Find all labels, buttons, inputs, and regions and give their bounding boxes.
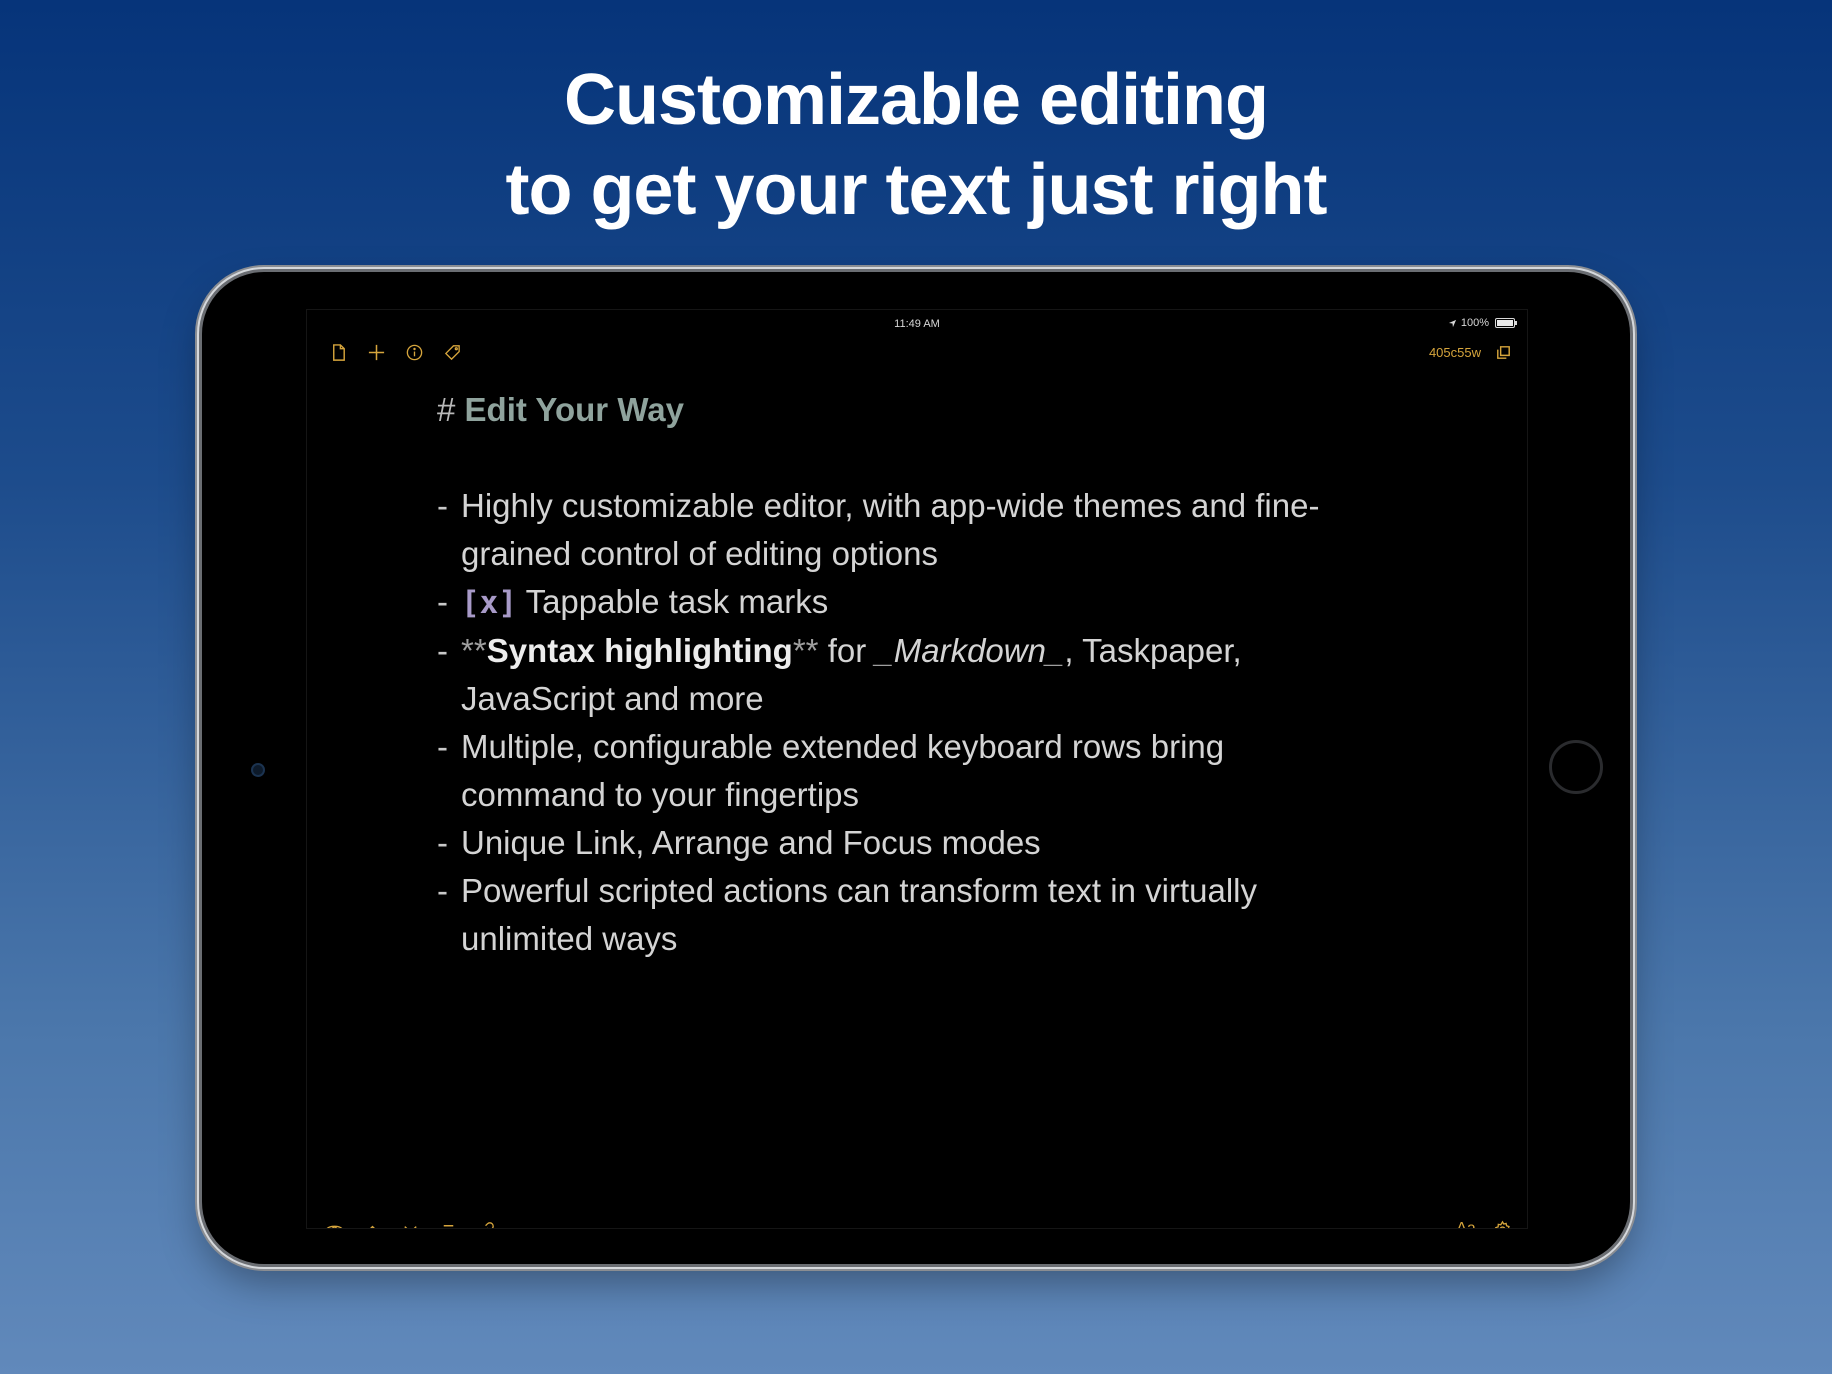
list-item-text: Tappable task marks — [525, 583, 829, 620]
top-toolbar-right: 405c55w — [1429, 338, 1515, 366]
top-toolbar — [319, 338, 471, 366]
font-settings-button[interactable]: Aa — [1451, 1220, 1481, 1228]
list-item-line: Unique Link, Arrange and Focus modes — [461, 824, 1041, 861]
expand-window-icon[interactable] — [1491, 338, 1515, 366]
list-dash: - — [437, 824, 448, 861]
eye-icon[interactable] — [315, 1216, 353, 1228]
status-indicators: 100% — [1448, 317, 1517, 329]
markdown-heading: # Edit Your Way — [437, 386, 1377, 434]
list-dash: - — [437, 583, 448, 620]
plain-text: for — [818, 632, 876, 669]
headline-line-1: Customizable editing — [563, 60, 1269, 140]
ipad-device-frame: 11:49 AM 100% 405c55w # Edit Your Way - … — [202, 272, 1630, 1264]
list-dash: - — [437, 632, 448, 669]
status-time: 11:49 AM — [894, 318, 940, 330]
list-item: - **Syntax highlighting** for _Markdown_… — [437, 627, 1377, 723]
list-item: - Multiple, configurable extended keyboa… — [437, 723, 1377, 819]
list-item-line: **Syntax highlighting** for _Markdown_, … — [461, 627, 1377, 675]
new-draft-plus-icon[interactable] — [357, 338, 395, 366]
arrange-list-icon[interactable] — [429, 1216, 467, 1228]
list-item: - Unique Link, Arrange and Focus modes — [437, 819, 1377, 867]
plain-text: , Taskpaper, — [1064, 632, 1242, 669]
list-item-line: JavaScript and more — [461, 680, 764, 717]
list-item-line: unlimited ways — [461, 920, 678, 957]
task-mark[interactable]: [x] — [461, 585, 517, 621]
heading-text: Edit Your Way — [464, 391, 684, 428]
bold-marker: ** — [461, 632, 487, 669]
italic-marker: _ — [875, 632, 894, 669]
list-item-line: command to your fingertips — [461, 776, 860, 813]
list-item: - [x] Tappable task marks — [437, 578, 1377, 627]
list-dash: - — [437, 487, 448, 524]
word-count-label[interactable]: 405c55w — [1429, 345, 1481, 360]
screen: 11:49 AM 100% 405c55w # Edit Your Way - … — [306, 309, 1528, 1229]
link-icon[interactable] — [467, 1216, 505, 1228]
list-item-line: Highly customizable editor, with app-wid… — [461, 487, 1320, 524]
info-icon[interactable] — [395, 338, 433, 366]
camera-icon — [251, 763, 265, 777]
home-button[interactable] — [1549, 740, 1603, 794]
list-item-line: Powerful scripted actions can transform … — [461, 872, 1257, 909]
chevron-up-icon[interactable] — [353, 1216, 391, 1228]
heading-marker: # — [437, 391, 456, 428]
headline-line-2: to get your text just right — [505, 150, 1327, 230]
battery-percent: 100% — [1460, 317, 1489, 329]
document-icon[interactable] — [319, 338, 357, 366]
bottom-toolbar — [315, 1216, 505, 1228]
bottom-toolbar-right: Aa — [1451, 1216, 1517, 1228]
list-dash: - — [437, 728, 448, 765]
list-item-line: grained control of editing options — [461, 535, 938, 572]
gear-icon[interactable] — [1487, 1216, 1517, 1228]
chevron-down-icon[interactable] — [391, 1216, 429, 1228]
list-dash: - — [437, 872, 448, 909]
bold-marker: ** — [792, 632, 819, 669]
headline: Customizable editing to get your text ju… — [0, 55, 1832, 235]
bold-text: Syntax highlighting — [486, 632, 793, 669]
list-item: - Powerful scripted actions can transfor… — [437, 867, 1377, 963]
location-icon — [1448, 319, 1456, 327]
list-item-line: Multiple, configurable extended keyboard… — [461, 728, 1225, 765]
editor-text[interactable]: # Edit Your Way - Highly customizable ed… — [437, 386, 1377, 963]
italic-text: Markdown — [893, 632, 1046, 669]
italic-marker: _ — [1045, 632, 1065, 669]
battery-icon — [1495, 318, 1517, 328]
list-item: - Highly customizable editor, with app-w… — [437, 482, 1377, 578]
tag-icon[interactable] — [433, 338, 471, 366]
